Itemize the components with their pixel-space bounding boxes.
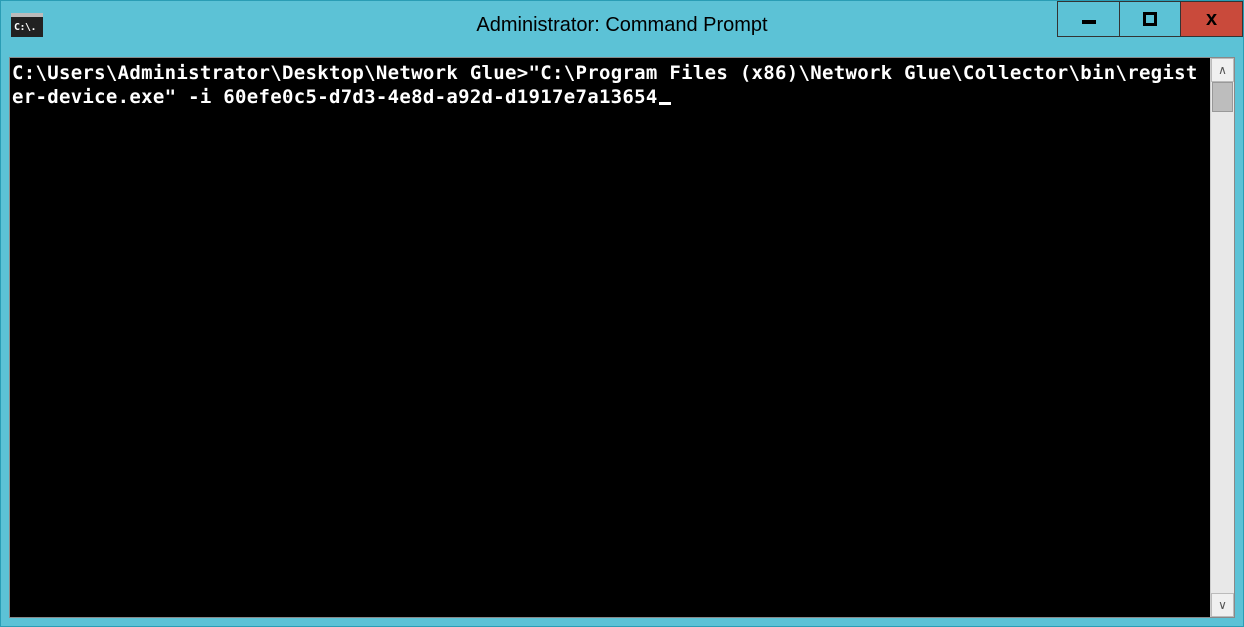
cmd-icon: C:\. [11,13,43,37]
command-prompt-window: C:\. Administrator: Command Prompt x C:\… [0,0,1244,627]
titlebar[interactable]: C:\. Administrator: Command Prompt x [1,1,1243,49]
cmd-icon-label: C:\. [14,22,36,33]
close-button[interactable]: x [1181,1,1243,37]
window-controls: x [1057,1,1243,49]
chevron-down-icon: ∨ [1218,598,1227,612]
close-icon: x [1206,9,1217,29]
prompt-text: C:\Users\Administrator\Desktop\Network G… [12,62,529,84]
maximize-icon [1143,12,1157,26]
scroll-thumb[interactable] [1212,82,1233,112]
minimize-button[interactable] [1057,1,1119,37]
vertical-scrollbar[interactable]: ∧ ∨ [1210,58,1234,617]
chevron-up-icon: ∧ [1218,63,1227,77]
scroll-track[interactable] [1211,82,1234,593]
cursor [659,102,671,105]
terminal-output[interactable]: C:\Users\Administrator\Desktop\Network G… [10,58,1210,617]
client-area: C:\Users\Administrator\Desktop\Network G… [9,57,1235,618]
scroll-down-button[interactable]: ∨ [1211,593,1234,617]
minimize-icon [1082,20,1096,24]
maximize-button[interactable] [1119,1,1181,37]
scroll-up-button[interactable]: ∧ [1211,58,1234,82]
